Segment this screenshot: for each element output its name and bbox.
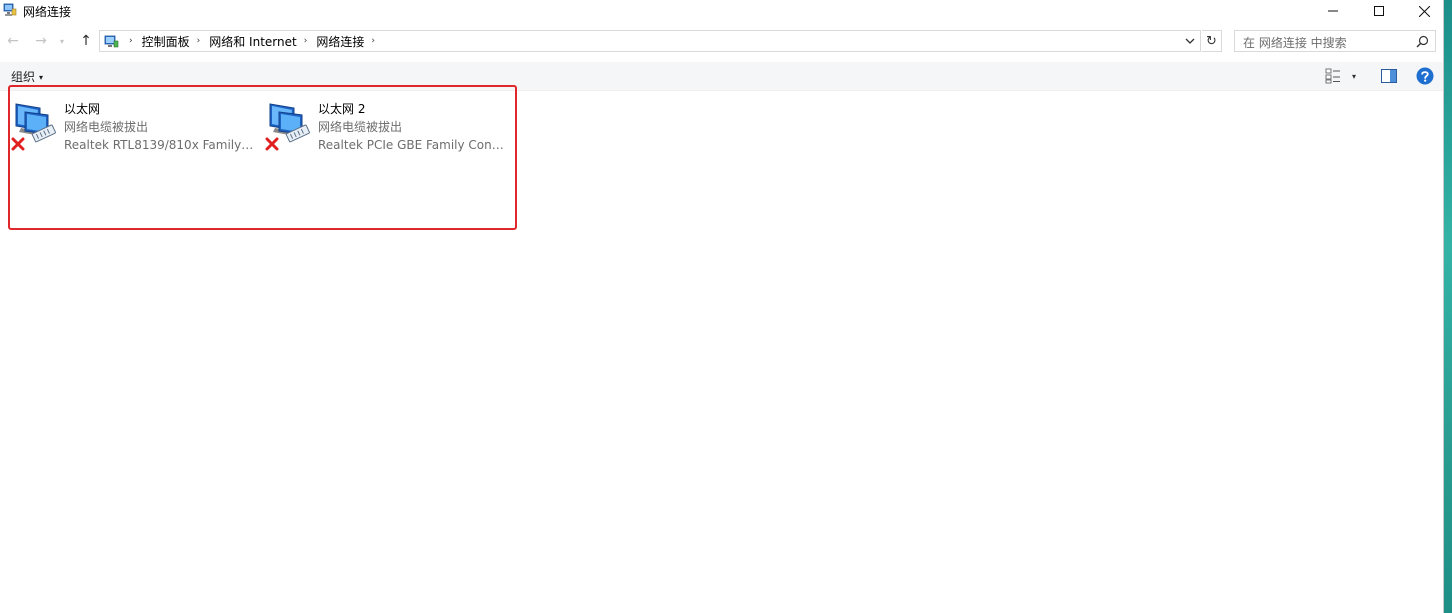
address-bar[interactable]: › 控制面板 › 网络和 Internet › 网络连接 › <box>99 30 1201 52</box>
help-button[interactable] <box>1416 67 1434 85</box>
search-icon[interactable] <box>1416 35 1429 48</box>
breadcrumb-network-connections[interactable]: 网络连接 <box>316 33 364 50</box>
maximize-button[interactable] <box>1356 0 1402 22</box>
maximize-icon <box>1374 6 1384 16</box>
refresh-icon: ↻ <box>1206 33 1217 49</box>
view-dropdown-button[interactable]: ▾ <box>1349 67 1359 85</box>
refresh-button[interactable]: ↻ <box>1202 30 1222 52</box>
chevron-down-icon: ▾ <box>39 73 44 82</box>
up-button[interactable]: ↑ <box>76 31 96 51</box>
breadcrumb-separator[interactable]: › <box>371 36 375 46</box>
preview-pane-button[interactable] <box>1380 67 1397 85</box>
breadcrumb-separator[interactable]: › <box>197 36 201 46</box>
chevron-down-icon: ▾ <box>1351 71 1356 81</box>
view-options-icon <box>1325 68 1340 84</box>
breadcrumb: › 控制面板 › 网络和 Internet › 网络连接 › <box>122 31 384 51</box>
close-icon <box>1418 5 1430 17</box>
chevron-down-icon: ▾ <box>59 36 64 46</box>
organize-label: 组织 <box>11 70 36 84</box>
breadcrumb-separator[interactable]: › <box>129 36 133 46</box>
window-title: 网络连接 <box>23 5 72 19</box>
back-arrow-icon: ← <box>7 33 19 49</box>
organize-menu-button[interactable]: 组织 ▾ <box>11 68 43 85</box>
title-bar: 网络连接 <box>0 0 1444 22</box>
network-connections-icon <box>3 3 17 16</box>
preview-pane-icon <box>1380 69 1397 83</box>
help-icon <box>1416 67 1434 85</box>
close-button[interactable] <box>1401 0 1447 22</box>
forward-button[interactable]: → <box>31 31 51 51</box>
back-button[interactable]: ← <box>3 31 23 51</box>
desktop-background-edge <box>1444 0 1452 613</box>
search-input[interactable]: 在 网络连接 中搜索 <box>1234 30 1436 52</box>
control-panel-icon <box>104 35 119 48</box>
breadcrumb-network-internet[interactable]: 网络和 Internet <box>209 33 296 50</box>
forward-arrow-icon: → <box>35 33 47 49</box>
search-placeholder: 在 网络连接 中搜索 <box>1243 36 1347 50</box>
breadcrumb-control-panel[interactable]: 控制面板 <box>142 33 190 50</box>
minimize-icon <box>1328 10 1338 12</box>
recent-locations-button[interactable]: ▾ <box>55 31 69 51</box>
breadcrumb-separator[interactable]: › <box>304 36 308 46</box>
minimize-button[interactable] <box>1310 0 1356 22</box>
navigation-bar: ← → ▾ ↑ › 控制面板 › 网络和 Internet › 网络连接 › ↻… <box>0 28 1444 54</box>
change-view-button[interactable] <box>1325 67 1341 85</box>
up-arrow-icon: ↑ <box>80 33 92 49</box>
address-dropdown-icon[interactable] <box>1184 35 1196 47</box>
highlight-annotation-box <box>8 85 517 230</box>
